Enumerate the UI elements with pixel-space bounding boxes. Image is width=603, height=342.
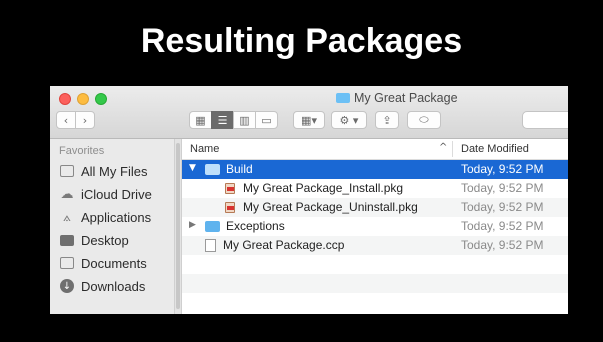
sidebar-item-documents[interactable]: Documents	[59, 253, 173, 273]
file-list: Name ^ Date Modified ▼ Build Today, 9:52…	[182, 139, 568, 314]
sidebar-heading: Favorites	[59, 145, 105, 157]
table-row[interactable]: My Great Package_Uninstall.pkg Today, 9:…	[182, 198, 568, 217]
tags-button[interactable]: ⬭	[407, 111, 441, 129]
window-title: My Great Package	[336, 91, 458, 105]
row-name: My Great Package.ccp	[205, 238, 344, 252]
disclosure-collapsed-icon[interactable]: ▶	[189, 220, 196, 230]
sidebar-splitter[interactable]	[174, 139, 182, 314]
row-name: Exceptions	[205, 219, 285, 233]
row-name-text: My Great Package_Install.pkg	[243, 181, 404, 195]
sidebar-item-all-my-files[interactable]: All My Files	[59, 161, 173, 181]
window-title-text: My Great Package	[354, 91, 458, 105]
forward-arrow-icon: ›	[82, 113, 88, 127]
view-mode-group: ▦ ☰ ▥ ▭	[189, 111, 278, 129]
back-button[interactable]: ‹	[56, 111, 76, 129]
back-forward-group: ‹ ›	[56, 111, 95, 129]
sort-ascending-icon: ^	[439, 142, 448, 153]
cover-flow-button[interactable]: ▭	[255, 111, 278, 129]
search-field[interactable]	[522, 111, 568, 129]
list-header: Name ^ Date Modified	[182, 139, 568, 160]
tag-icon: ⬭	[419, 113, 429, 126]
cover-flow-icon: ▭	[261, 113, 272, 127]
table-row[interactable]: My Great Package.ccp Today, 9:52 PM	[182, 236, 568, 255]
sidebar-item-downloads[interactable]: ↓ Downloads	[59, 276, 173, 296]
share-button[interactable]: ⇪	[375, 111, 399, 129]
column-header-name[interactable]: Name	[190, 143, 219, 155]
desktop-icon	[59, 233, 75, 247]
column-divider[interactable]	[452, 141, 453, 157]
icon-view-icon: ▦	[195, 113, 206, 127]
sidebar: Favorites All My Files ☁ iCloud Drive ⟑ …	[50, 139, 174, 314]
sidebar-item-label: iCloud Drive	[81, 186, 152, 202]
table-row[interactable]: ▼ Build Today, 9:52 PM	[182, 160, 568, 179]
column-view-icon: ▥	[239, 113, 250, 127]
row-name-text: Build	[226, 162, 253, 176]
row-date: Today, 9:52 PM	[461, 181, 544, 195]
finder-window: My Great Package ‹ › ▦ ☰ ▥ ▭ ▦ ▾ ⚙ ▾ ⇪ ⬭ …	[50, 86, 568, 314]
sidebar-item-label: Documents	[81, 255, 147, 271]
cloud-icon: ☁	[60, 186, 74, 202]
column-view-button[interactable]: ▥	[233, 111, 256, 129]
empty-row	[182, 274, 568, 293]
close-button[interactable]	[59, 93, 71, 105]
row-name: My Great Package_Uninstall.pkg	[224, 200, 418, 214]
empty-row	[182, 293, 568, 312]
sidebar-item-label: Downloads	[81, 278, 146, 294]
row-name-text: My Great Package.ccp	[223, 238, 345, 252]
folder-icon	[336, 93, 350, 103]
sidebar-item-label: Desktop	[81, 232, 129, 248]
action-button[interactable]: ⚙ ▾	[331, 111, 367, 129]
all-files-icon	[59, 164, 75, 178]
sidebar-item-label: Applications	[81, 209, 152, 225]
icon-view-button[interactable]: ▦	[189, 111, 212, 129]
zoom-button[interactable]	[95, 93, 107, 105]
row-date: Today, 9:52 PM	[461, 162, 544, 176]
row-name: My Great Package_Install.pkg	[224, 181, 403, 195]
list-view-button[interactable]: ☰	[211, 111, 234, 129]
sidebar-item-label: All My Files	[81, 163, 148, 179]
arrange-button[interactable]: ▦ ▾	[293, 111, 325, 129]
applications-icon: ⟑	[63, 209, 71, 225]
share-icon: ⇪	[382, 113, 392, 127]
gear-icon: ⚙ ▾	[339, 113, 359, 127]
slide-title: Resulting Packages	[140, 22, 463, 60]
minimize-button[interactable]	[77, 93, 89, 105]
disclosure-expanded-icon[interactable]: ▼	[189, 163, 196, 173]
splitter-handle[interactable]	[176, 143, 180, 309]
table-row[interactable]: My Great Package_Install.pkg Today, 9:52…	[182, 179, 568, 198]
folder-icon	[205, 163, 220, 175]
documents-icon	[59, 256, 75, 270]
table-row[interactable]: ▶ Exceptions Today, 9:52 PM	[182, 217, 568, 236]
chevron-down-icon: ▾	[311, 113, 317, 127]
folder-icon	[205, 220, 220, 232]
row-name-text: My Great Package_Uninstall.pkg	[243, 200, 418, 214]
row-date: Today, 9:52 PM	[461, 238, 544, 252]
sidebar-item-icloud-drive[interactable]: ☁ iCloud Drive	[59, 184, 173, 204]
sidebar-item-desktop[interactable]: Desktop	[59, 230, 173, 250]
window-toolbar: My Great Package ‹ › ▦ ☰ ▥ ▭ ▦ ▾ ⚙ ▾ ⇪ ⬭	[50, 86, 568, 139]
row-date: Today, 9:52 PM	[461, 219, 544, 233]
package-icon	[224, 201, 237, 214]
arrange-icon: ▦	[301, 113, 312, 127]
downloads-icon: ↓	[59, 279, 75, 293]
package-icon	[224, 182, 237, 195]
list-view-icon: ☰	[217, 113, 228, 127]
row-date: Today, 9:52 PM	[461, 200, 544, 214]
row-name-text: Exceptions	[226, 219, 285, 233]
back-arrow-icon: ‹	[63, 113, 69, 127]
empty-row	[182, 255, 568, 274]
sidebar-item-applications[interactable]: ⟑ Applications	[59, 207, 173, 227]
forward-button[interactable]: ›	[75, 111, 95, 129]
row-name: Build	[205, 162, 253, 176]
document-icon	[205, 238, 216, 252]
column-header-date-modified[interactable]: Date Modified	[461, 143, 529, 155]
